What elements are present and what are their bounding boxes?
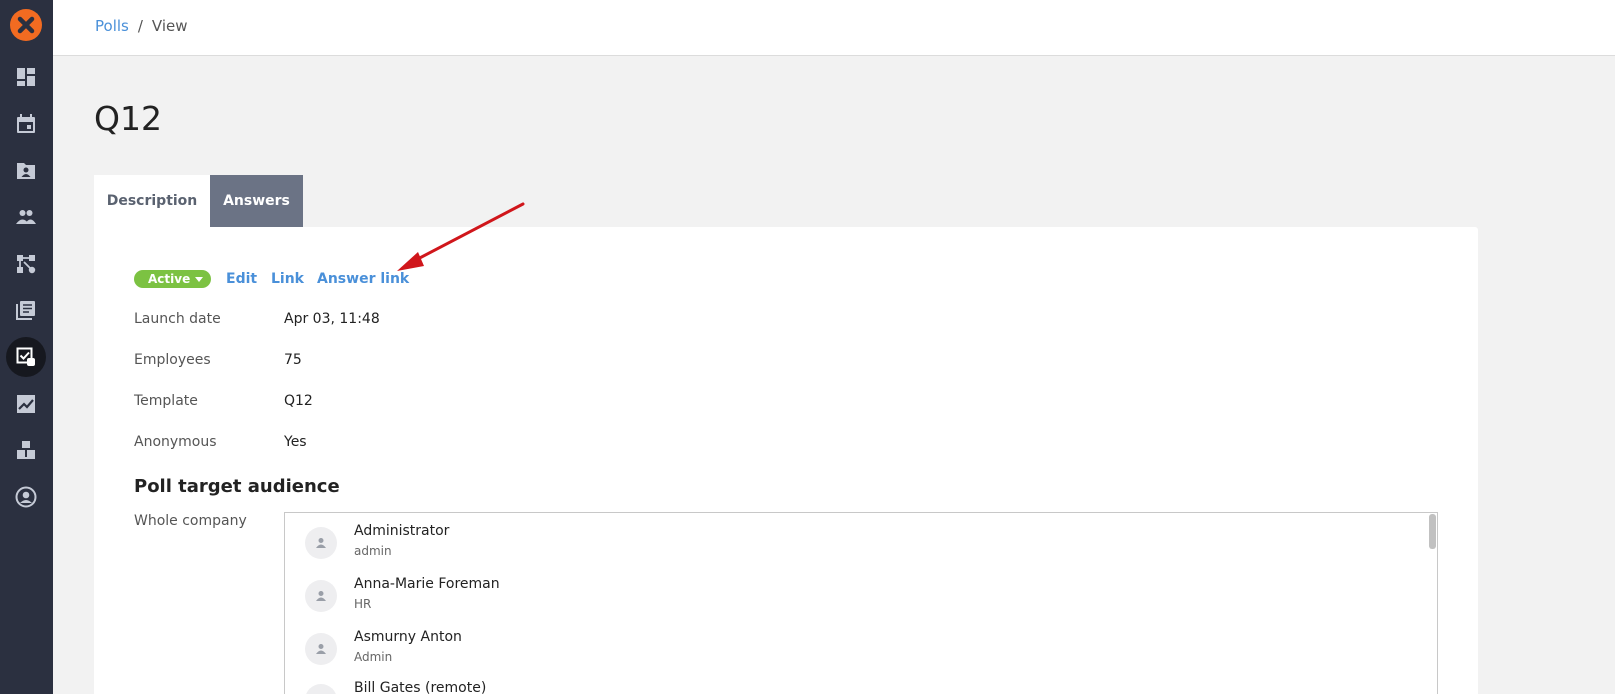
person-role: Admin xyxy=(354,650,393,664)
status-dropdown[interactable]: Active xyxy=(134,270,212,288)
org-structure-icon[interactable] xyxy=(6,244,46,284)
audience-section-title: Poll target audience xyxy=(134,476,340,497)
person-name: Asmurny Anton xyxy=(354,629,462,645)
profile-icon[interactable] xyxy=(6,477,46,517)
template-label: Template xyxy=(134,393,198,409)
audience-scope-label: Whole company xyxy=(134,513,247,529)
template-value: Q12 xyxy=(284,393,313,409)
employees-value: 75 xyxy=(284,352,302,368)
people-icon[interactable] xyxy=(6,197,46,237)
contacts-icon[interactable] xyxy=(6,150,46,190)
caret-down-icon xyxy=(195,276,204,282)
avatar-icon xyxy=(305,633,337,665)
employees-label: Employees xyxy=(134,352,211,368)
status-label: Active xyxy=(148,272,191,286)
logo-icon[interactable] xyxy=(10,9,42,41)
audience-list[interactable]: Administrator admin Anna-Marie Foreman H… xyxy=(284,512,1438,694)
launch-date-label: Launch date xyxy=(134,311,221,327)
edit-link[interactable]: Edit xyxy=(226,271,257,287)
breadcrumb-current: View xyxy=(151,17,188,35)
page-title: Q12 xyxy=(94,99,162,138)
sidebar xyxy=(0,0,53,694)
avatar-icon xyxy=(305,527,337,559)
tab-description[interactable]: Description xyxy=(94,175,210,227)
avatar-icon xyxy=(305,580,337,612)
person-name: Anna-Marie Foreman xyxy=(354,576,500,592)
person-name: Bill Gates (remote) xyxy=(354,680,487,694)
scrollbar-thumb[interactable] xyxy=(1429,514,1436,549)
breadcrumb-polls-link[interactable]: Polls xyxy=(95,17,129,35)
dashboard-icon[interactable] xyxy=(6,57,46,97)
breadcrumb: Polls / View xyxy=(95,17,188,35)
anonymous-label: Anonymous xyxy=(134,434,217,450)
breadcrumb-separator: / xyxy=(137,17,143,35)
top-bar: Polls / View xyxy=(53,0,1615,56)
launch-date-value: Apr 03, 11:48 xyxy=(284,311,380,327)
person-role: admin xyxy=(354,544,392,558)
person-name: Administrator xyxy=(354,523,450,539)
library-icon[interactable] xyxy=(6,290,46,330)
anonymous-value: Yes xyxy=(284,434,307,450)
poll-details-card: Active Edit Link Answer link Launch date… xyxy=(94,227,1478,694)
analytics-icon[interactable] xyxy=(6,384,46,424)
person-role: HR xyxy=(354,597,372,611)
modules-icon[interactable] xyxy=(6,430,46,470)
link-link[interactable]: Link xyxy=(271,271,304,287)
tab-answers[interactable]: Answers xyxy=(210,175,303,227)
answer-link[interactable]: Answer link xyxy=(317,271,409,287)
calendar-icon[interactable] xyxy=(6,104,46,144)
avatar-icon xyxy=(305,684,337,694)
polls-icon[interactable] xyxy=(6,337,46,377)
